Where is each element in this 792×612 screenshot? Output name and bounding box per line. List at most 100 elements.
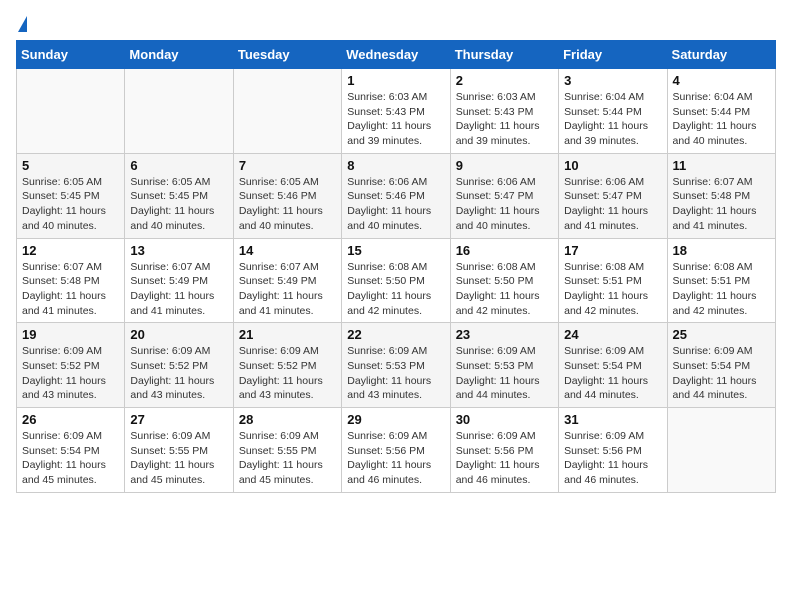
calendar-cell: 4Sunrise: 6:04 AM Sunset: 5:44 PM Daylig… xyxy=(667,69,775,154)
day-number: 29 xyxy=(347,412,444,427)
day-number: 8 xyxy=(347,158,444,173)
header-sunday: Sunday xyxy=(17,41,125,69)
day-number: 16 xyxy=(456,243,553,258)
day-number: 5 xyxy=(22,158,119,173)
day-number: 17 xyxy=(564,243,661,258)
day-number: 25 xyxy=(673,327,770,342)
day-number: 23 xyxy=(456,327,553,342)
day-content: Sunrise: 6:08 AM Sunset: 5:51 PM Dayligh… xyxy=(564,260,661,319)
day-content: Sunrise: 6:08 AM Sunset: 5:50 PM Dayligh… xyxy=(347,260,444,319)
calendar-cell: 19 Sunrise: 6:09 AM Sunset: 5:52 PM Dayli… xyxy=(17,323,125,408)
calendar-cell: 24 Sunrise: 6:09 AM Sunset: 5:54 PM Dayli… xyxy=(559,323,667,408)
day-content: Sunrise: 6:05 AM Sunset: 5:46 PM Dayligh… xyxy=(239,175,336,234)
day-number: 9 xyxy=(456,158,553,173)
header-saturday: Saturday xyxy=(667,41,775,69)
day-number: 30 xyxy=(456,412,553,427)
day-content: Sunrise: 6:06 AM Sunset: 5:47 PM Dayligh… xyxy=(564,175,661,234)
day-content: Sunrise: 6:09 AM Sunset: 5:56 PM Dayligh… xyxy=(456,429,553,488)
week-row-2: 5 Sunrise: 6:05 AM Sunset: 5:45 PM Daylig… xyxy=(17,153,776,238)
day-content: Sunrise: 6:05 AM Sunset: 5:45 PM Dayligh… xyxy=(22,175,119,234)
week-row-5: 26 Sunrise: 6:09 AM Sunset: 5:54 PM Dayli… xyxy=(17,408,776,493)
day-content: Sunrise: 6:09 AM Sunset: 5:54 PM Dayligh… xyxy=(22,429,119,488)
day-number: 31 xyxy=(564,412,661,427)
calendar-cell: 3Sunrise: 6:04 AM Sunset: 5:44 PM Daylig… xyxy=(559,69,667,154)
calendar-cell: 18 Sunrise: 6:08 AM Sunset: 5:51 PM Dayli… xyxy=(667,238,775,323)
calendar-cell xyxy=(17,69,125,154)
header-monday: Monday xyxy=(125,41,233,69)
day-content: Sunrise: 6:06 AM Sunset: 5:46 PM Dayligh… xyxy=(347,175,444,234)
day-number: 22 xyxy=(347,327,444,342)
calendar-cell: 8 Sunrise: 6:06 AM Sunset: 5:46 PM Daylig… xyxy=(342,153,450,238)
calendar-cell: 13 Sunrise: 6:07 AM Sunset: 5:49 PM Dayli… xyxy=(125,238,233,323)
day-content: Sunrise: 6:09 AM Sunset: 5:56 PM Dayligh… xyxy=(347,429,444,488)
day-content: Sunrise: 6:09 AM Sunset: 5:55 PM Dayligh… xyxy=(239,429,336,488)
calendar-cell xyxy=(233,69,341,154)
day-number: 10 xyxy=(564,158,661,173)
day-content: Sunrise: 6:08 AM Sunset: 5:51 PM Dayligh… xyxy=(673,260,770,319)
day-content: Sunrise: 6:07 AM Sunset: 5:48 PM Dayligh… xyxy=(673,175,770,234)
calendar-cell: 10 Sunrise: 6:06 AM Sunset: 5:47 PM Dayli… xyxy=(559,153,667,238)
day-number: 1 xyxy=(347,73,444,88)
week-row-3: 12Sunrise: 6:07 AM Sunset: 5:48 PM Dayli… xyxy=(17,238,776,323)
calendar-cell: 30 Sunrise: 6:09 AM Sunset: 5:56 PM Dayli… xyxy=(450,408,558,493)
week-row-1: 1 Sunrise: 6:03 AM Sunset: 5:43 PM Daylig… xyxy=(17,69,776,154)
day-content: Sunrise: 6:09 AM Sunset: 5:53 PM Dayligh… xyxy=(456,344,553,403)
calendar-cell: 31 Sunrise: 6:09 AM Sunset: 5:56 PM Dayli… xyxy=(559,408,667,493)
day-content: Sunrise: 6:03 AM Sunset: 5:43 PM Dayligh… xyxy=(347,90,444,149)
calendar-cell: 20Sunrise: 6:09 AM Sunset: 5:52 PM Dayli… xyxy=(125,323,233,408)
calendar-cell: 6Sunrise: 6:05 AM Sunset: 5:45 PM Daylig… xyxy=(125,153,233,238)
calendar-cell: 9 Sunrise: 6:06 AM Sunset: 5:47 PM Daylig… xyxy=(450,153,558,238)
calendar-cell: 26 Sunrise: 6:09 AM Sunset: 5:54 PM Dayli… xyxy=(17,408,125,493)
day-number: 15 xyxy=(347,243,444,258)
day-number: 6 xyxy=(130,158,227,173)
day-content: Sunrise: 6:07 AM Sunset: 5:49 PM Dayligh… xyxy=(239,260,336,319)
day-content: Sunrise: 6:09 AM Sunset: 5:52 PM Dayligh… xyxy=(239,344,336,403)
calendar-cell: 28 Sunrise: 6:09 AM Sunset: 5:55 PM Dayli… xyxy=(233,408,341,493)
day-content: Sunrise: 6:06 AM Sunset: 5:47 PM Dayligh… xyxy=(456,175,553,234)
day-number: 7 xyxy=(239,158,336,173)
calendar-cell: 16Sunrise: 6:08 AM Sunset: 5:50 PM Dayli… xyxy=(450,238,558,323)
calendar-cell: 11 Sunrise: 6:07 AM Sunset: 5:48 PM Dayli… xyxy=(667,153,775,238)
day-number: 18 xyxy=(673,243,770,258)
calendar-cell: 17 Sunrise: 6:08 AM Sunset: 5:51 PM Dayli… xyxy=(559,238,667,323)
calendar-cell xyxy=(125,69,233,154)
day-number: 11 xyxy=(673,158,770,173)
day-content: Sunrise: 6:09 AM Sunset: 5:56 PM Dayligh… xyxy=(564,429,661,488)
calendar-cell xyxy=(667,408,775,493)
day-content: Sunrise: 6:09 AM Sunset: 5:52 PM Dayligh… xyxy=(130,344,227,403)
header-wednesday: Wednesday xyxy=(342,41,450,69)
calendar-cell: 12Sunrise: 6:07 AM Sunset: 5:48 PM Dayli… xyxy=(17,238,125,323)
day-number: 2 xyxy=(456,73,553,88)
day-number: 27 xyxy=(130,412,227,427)
day-number: 28 xyxy=(239,412,336,427)
day-number: 24 xyxy=(564,327,661,342)
calendar-cell: 15 Sunrise: 6:08 AM Sunset: 5:50 PM Dayli… xyxy=(342,238,450,323)
day-content: Sunrise: 6:09 AM Sunset: 5:54 PM Dayligh… xyxy=(673,344,770,403)
logo xyxy=(16,16,27,32)
day-content: Sunrise: 6:09 AM Sunset: 5:54 PM Dayligh… xyxy=(564,344,661,403)
page-header xyxy=(16,16,776,32)
calendar-cell: 5 Sunrise: 6:05 AM Sunset: 5:45 PM Daylig… xyxy=(17,153,125,238)
calendar-cell: 27 Sunrise: 6:09 AM Sunset: 5:55 PM Dayli… xyxy=(125,408,233,493)
day-number: 13 xyxy=(130,243,227,258)
day-number: 19 xyxy=(22,327,119,342)
day-number: 3 xyxy=(564,73,661,88)
day-number: 21 xyxy=(239,327,336,342)
calendar-cell: 1 Sunrise: 6:03 AM Sunset: 5:43 PM Daylig… xyxy=(342,69,450,154)
calendar-cell: 7 Sunrise: 6:05 AM Sunset: 5:46 PM Daylig… xyxy=(233,153,341,238)
day-number: 14 xyxy=(239,243,336,258)
calendar-header-row: SundayMondayTuesdayWednesdayThursdayFrid… xyxy=(17,41,776,69)
day-content: Sunrise: 6:09 AM Sunset: 5:55 PM Dayligh… xyxy=(130,429,227,488)
day-content: Sunrise: 6:07 AM Sunset: 5:49 PM Dayligh… xyxy=(130,260,227,319)
calendar-cell: 14 Sunrise: 6:07 AM Sunset: 5:49 PM Dayli… xyxy=(233,238,341,323)
calendar-table: SundayMondayTuesdayWednesdayThursdayFrid… xyxy=(16,40,776,493)
day-number: 4 xyxy=(673,73,770,88)
day-number: 12 xyxy=(22,243,119,258)
day-number: 26 xyxy=(22,412,119,427)
day-content: Sunrise: 6:03 AM Sunset: 5:43 PM Dayligh… xyxy=(456,90,553,149)
calendar-cell: 25 Sunrise: 6:09 AM Sunset: 5:54 PM Dayli… xyxy=(667,323,775,408)
day-content: Sunrise: 6:09 AM Sunset: 5:53 PM Dayligh… xyxy=(347,344,444,403)
calendar-cell: 21 Sunrise: 6:09 AM Sunset: 5:52 PM Dayli… xyxy=(233,323,341,408)
header-thursday: Thursday xyxy=(450,41,558,69)
day-content: Sunrise: 6:09 AM Sunset: 5:52 PM Dayligh… xyxy=(22,344,119,403)
